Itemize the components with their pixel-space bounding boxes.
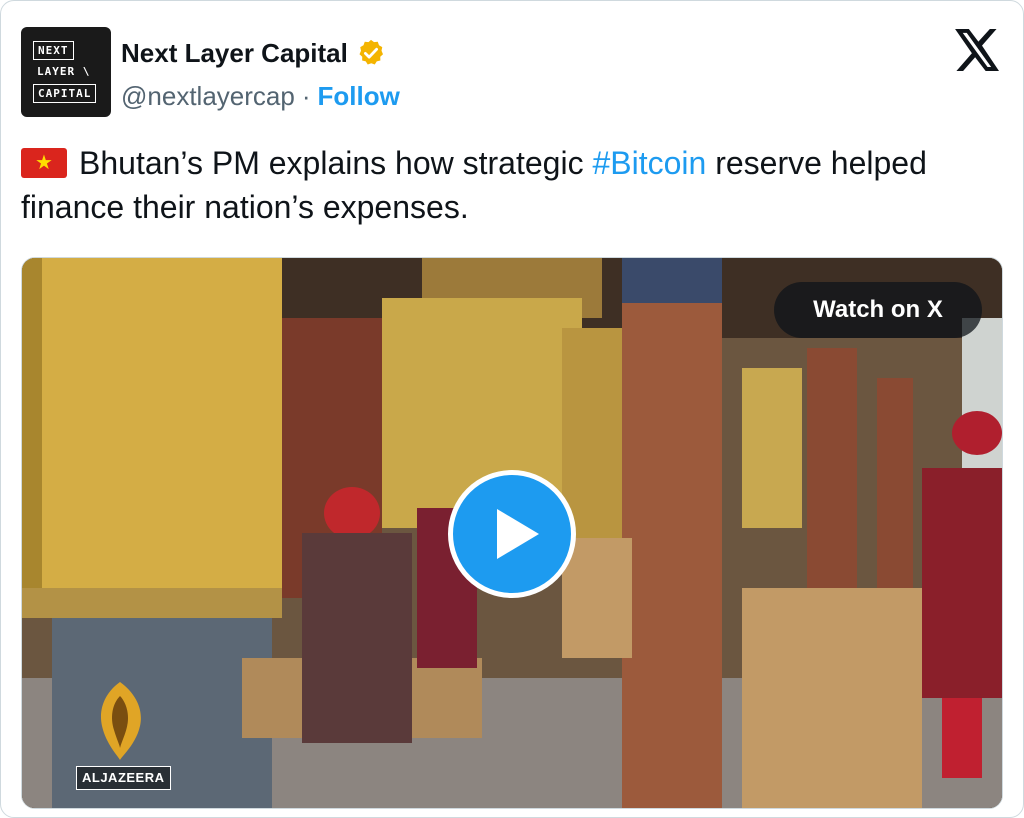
follow-button[interactable]: Follow	[317, 81, 399, 112]
next-layer-capital-logo: NEXT LAYER \ CAPITAL	[33, 39, 99, 105]
avatar[interactable]: NEXT LAYER \ CAPITAL	[21, 27, 111, 117]
author-handle-row: @nextlayercap · Follow	[121, 79, 400, 113]
tweet-text: ★ Bhutan’s PM explains how strategic #Bit…	[21, 141, 1001, 229]
avatar-line-1: NEXT	[33, 41, 74, 60]
verified-badge-icon	[359, 39, 383, 65]
aljazeera-logo-icon	[100, 682, 141, 760]
tweet-text-before: Bhutan’s PM explains how strategic	[79, 145, 593, 181]
author-name-row: Next Layer Capital	[121, 35, 386, 71]
separator-dot: ·	[301, 80, 311, 111]
vietnam-flag-icon: ★	[21, 148, 67, 178]
play-button[interactable]	[448, 470, 576, 598]
x-logo-icon[interactable]	[955, 29, 1001, 71]
play-icon	[497, 509, 539, 559]
hashtag-link[interactable]: #Bitcoin	[592, 145, 706, 181]
aljazeera-watermark: ALJAZEERA	[76, 766, 171, 790]
watch-on-x-button[interactable]: Watch on X	[774, 282, 982, 338]
tweet-card[interactable]: NEXT LAYER \ CAPITAL Next Layer Capital …	[0, 0, 1024, 818]
author-name[interactable]: Next Layer Capital	[121, 38, 348, 69]
author-handle[interactable]: @nextlayercap	[121, 81, 295, 112]
avatar-line-2: LAYER \	[37, 65, 91, 78]
avatar-line-3: CAPITAL	[33, 84, 97, 103]
video-player[interactable]: Watch on X ALJAZEERA	[21, 257, 1003, 809]
